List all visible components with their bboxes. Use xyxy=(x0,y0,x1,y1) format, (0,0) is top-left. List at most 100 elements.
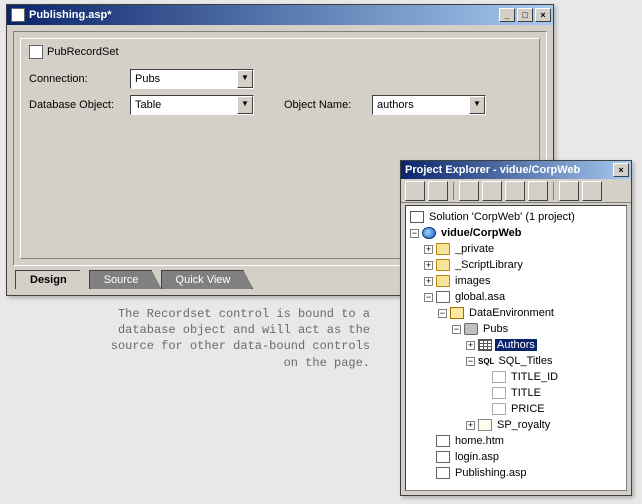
tree-node-label: global.asa xyxy=(453,291,507,303)
tree-file-global-asa[interactable]: − global.asa xyxy=(408,289,624,305)
combo-connection[interactable]: Pubs ▼ xyxy=(130,69,254,89)
expander-plus-icon[interactable]: + xyxy=(424,261,433,270)
tree-node-label: login.asp xyxy=(453,451,501,463)
toolbar-btn-2[interactable] xyxy=(428,181,448,201)
expander-plus-icon[interactable]: + xyxy=(424,277,433,286)
toolbar-separator xyxy=(453,182,454,200)
tree-node-label: Publishing.asp xyxy=(453,467,529,479)
expander-plus-icon[interactable]: + xyxy=(466,421,475,430)
folder-icon xyxy=(436,243,450,255)
tree-node-label: TITLE_ID xyxy=(509,371,560,383)
tree-folder-private[interactable]: + _private xyxy=(408,241,624,257)
maximize-button[interactable]: □ xyxy=(517,8,533,22)
project-explorer-toolbar xyxy=(401,179,631,203)
tree-field-price[interactable]: PRICE xyxy=(408,401,624,417)
toolbar-btn-4[interactable] xyxy=(482,181,502,201)
project-explorer-close-button[interactable]: × xyxy=(613,163,629,177)
expander-minus-icon[interactable]: − xyxy=(466,357,475,366)
tree-field-title-id[interactable]: TITLE_ID xyxy=(408,369,624,385)
file-icon xyxy=(436,451,450,463)
chevron-down-icon[interactable]: ▼ xyxy=(237,70,253,88)
tree-node-label: DataEnvironment xyxy=(467,307,556,319)
tree-field-title[interactable]: TITLE xyxy=(408,385,624,401)
tree-node-label: Authors xyxy=(495,339,537,351)
toolbar-separator xyxy=(553,182,554,200)
tree-file-home[interactable]: home.htm xyxy=(408,433,624,449)
solution-icon xyxy=(410,211,424,223)
chevron-down-icon[interactable]: ▼ xyxy=(469,96,485,114)
minimize-button[interactable]: _ xyxy=(499,8,515,22)
tree-table-authors[interactable]: + Authors xyxy=(408,337,624,353)
tree-project[interactable]: − vidue/CorpWeb xyxy=(408,225,624,241)
tree-node-label: _private xyxy=(453,243,496,255)
tree-sp-royalty[interactable]: + SP_royalty xyxy=(408,417,624,433)
tree-solution[interactable]: Solution 'CorpWeb' (1 project) xyxy=(408,209,624,225)
file-icon xyxy=(436,467,450,479)
project-explorer-titlebar: Project Explorer - vidue/CorpWeb × xyxy=(401,161,631,179)
combo-connection-value: Pubs xyxy=(135,73,237,85)
label-database-object: Database Object: xyxy=(29,99,124,111)
tree-node-label: Solution 'CorpWeb' (1 project) xyxy=(427,211,577,223)
folder-icon xyxy=(436,259,450,271)
tree-node-label: images xyxy=(453,275,492,287)
chevron-down-icon[interactable]: ▼ xyxy=(237,96,253,114)
project-tree[interactable]: Solution 'CorpWeb' (1 project) − vidue/C… xyxy=(405,205,627,491)
close-button[interactable]: × xyxy=(535,8,551,22)
toolbar-btn-3[interactable] xyxy=(459,181,479,201)
expander-plus-icon[interactable]: + xyxy=(466,341,475,350)
tab-design[interactable]: Design xyxy=(15,270,90,289)
editor-titlebar: Publishing.asp* _ □ × xyxy=(7,5,553,25)
file-icon xyxy=(436,291,450,303)
field-icon xyxy=(492,403,506,415)
tree-dataenvironment[interactable]: − DataEnvironment xyxy=(408,305,624,321)
toolbar-btn-8[interactable] xyxy=(582,181,602,201)
window-buttons: _ □ × xyxy=(499,8,551,22)
tree-node-label: SP_royalty xyxy=(495,419,552,431)
field-icon xyxy=(492,387,506,399)
tab-source[interactable]: Source xyxy=(89,270,162,289)
file-icon xyxy=(436,435,450,447)
tree-node-label: SQL_Titles xyxy=(496,355,554,367)
folder-icon xyxy=(436,275,450,287)
dataenv-icon xyxy=(450,307,464,319)
field-icon xyxy=(492,371,506,383)
row-connection: Connection: Pubs ▼ xyxy=(29,69,531,89)
toolbar-btn-7[interactable] xyxy=(559,181,579,201)
expander-minus-icon[interactable]: − xyxy=(424,293,433,302)
tree-node-label: vidue/CorpWeb xyxy=(439,227,523,239)
toolbar-btn-6[interactable] xyxy=(528,181,548,201)
tree-node-label: home.htm xyxy=(453,435,506,447)
panel-title-row: PubRecordSet xyxy=(29,45,531,59)
tree-folder-scriptlibrary[interactable]: + _ScriptLibrary xyxy=(408,257,624,273)
toolbar-btn-1[interactable] xyxy=(405,181,425,201)
tree-file-login[interactable]: login.asp xyxy=(408,449,624,465)
database-icon xyxy=(464,323,478,335)
expander-plus-icon[interactable]: + xyxy=(424,245,433,254)
stored-proc-icon xyxy=(478,419,492,431)
tree-file-publishing[interactable]: Publishing.asp xyxy=(408,465,624,481)
expander-minus-icon[interactable]: − xyxy=(410,229,419,238)
tree-folder-images[interactable]: + images xyxy=(408,273,624,289)
table-icon xyxy=(478,339,492,351)
combo-object-name[interactable]: authors ▼ xyxy=(372,95,486,115)
toolbar-btn-5[interactable] xyxy=(505,181,525,201)
combo-database-object[interactable]: Table ▼ xyxy=(130,95,254,115)
panel-title: PubRecordSet xyxy=(47,46,119,58)
tab-quick-view[interactable]: Quick View xyxy=(161,270,254,289)
project-icon xyxy=(422,227,436,239)
tree-node-label: PRICE xyxy=(509,403,547,415)
tree-node-label: TITLE xyxy=(509,387,543,399)
expander-minus-icon[interactable]: − xyxy=(438,309,447,318)
project-explorer-title: Project Explorer - vidue/CorpWeb xyxy=(405,164,613,176)
editor-title: Publishing.asp* xyxy=(29,9,499,21)
project-explorer-window: Project Explorer - vidue/CorpWeb × Solut… xyxy=(400,160,632,496)
editor-tabs: Design Source Quick View xyxy=(15,270,252,289)
tree-connection-pubs[interactable]: − Pubs xyxy=(408,321,624,337)
figure-caption: The Recordset control is bound to a data… xyxy=(110,306,370,371)
expander-minus-icon[interactable]: − xyxy=(452,325,461,334)
row-dbobject: Database Object: Table ▼ Object Name: au… xyxy=(29,95,531,115)
editor-title-icon xyxy=(11,8,25,22)
combo-database-object-value: Table xyxy=(135,99,237,111)
tree-node-label: Pubs xyxy=(481,323,510,335)
tree-command-sql-titles[interactable]: − SQL SQL_Titles xyxy=(408,353,624,369)
